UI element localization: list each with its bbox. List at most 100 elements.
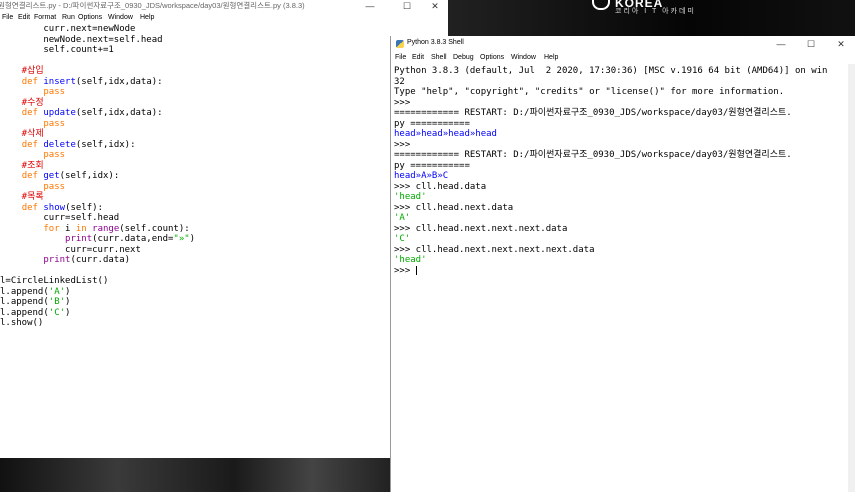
menu-file[interactable]: File (395, 54, 406, 61)
editor-title: 원형연결리스트.py - D:/파이썬자료구조_0930_JDS/workspa… (0, 1, 305, 10)
code-token: curr.next=newNode (0, 24, 136, 34)
editor-titlebar[interactable]: 원형연결리스트.py - D:/파이썬자료구조_0930_JDS/workspa… (0, 0, 448, 12)
menu-debug[interactable]: Debug (453, 54, 474, 61)
code-token: #삭제 (0, 129, 44, 139)
shell-line: head»head»head»head (394, 129, 849, 140)
code-token: self.count+=1 (0, 45, 114, 55)
code-token: "»" (173, 234, 190, 244)
shell-titlebar[interactable]: Python 3.8.3 Shell — ☐ ✕ (391, 36, 855, 52)
code-token: l.show() (0, 318, 44, 328)
shell-line: >>> cll.head.next.next.next.data (394, 224, 849, 235)
code-line: def update(self,idx,data): (0, 108, 390, 119)
code-token: def (21, 108, 38, 118)
menu-help[interactable]: Help (140, 14, 154, 21)
code-token: head»A»B»C (394, 171, 449, 181)
shell-title: Python 3.8.3 Shell (407, 39, 464, 46)
code-token: >>> cll.head.next.next.next.next.data (394, 244, 595, 255)
code-token: in (75, 223, 87, 234)
code-token: Python 3.8.3 (default, Jul 2 2020, 17:30… (394, 66, 828, 76)
shell-line: >>> cll.head.data (394, 182, 849, 193)
code-line: print(curr.data) (0, 255, 390, 266)
code-token: insert (43, 76, 76, 87)
maximize-button[interactable]: ☐ (392, 0, 422, 12)
code-token: get (43, 171, 60, 181)
shell-line: 'head' (394, 255, 849, 266)
code-token: 'head' (394, 255, 427, 265)
code-token: 'C' (48, 307, 66, 318)
code-token: >>> cll.head.next.data (394, 202, 514, 213)
code-token: 'A' (48, 286, 66, 297)
menu-options[interactable]: Options (78, 14, 102, 21)
code-token: l.append( (0, 297, 49, 307)
menu-format[interactable]: Format (34, 14, 56, 21)
shell-line: Type "help", "copyright", "credits" or "… (394, 87, 849, 98)
code-line: #조회 (0, 161, 390, 172)
code-token: 'head' (394, 192, 427, 202)
code-token: pass (43, 150, 66, 160)
text-cursor (415, 265, 417, 275)
shell-scrollbar[interactable] (848, 64, 855, 492)
shell-window[interactable]: Python 3.8.3 Shell — ☐ ✕ File Edit Shell… (390, 36, 855, 492)
menu-options[interactable]: Options (480, 54, 504, 61)
code-line: #삭제 (0, 129, 390, 140)
code-line: pass (0, 150, 390, 161)
shell-line: 'C' (394, 234, 849, 245)
code-token: (self,idx): (59, 171, 120, 181)
maximize-button[interactable]: ☐ (796, 38, 826, 50)
shell-line: >>> (394, 265, 849, 277)
code-line: def insert(self,idx,data): (0, 77, 390, 88)
code-token: (self,idx): (75, 139, 136, 150)
code-line: curr=self.head (0, 213, 390, 224)
menu-window[interactable]: Window (511, 54, 536, 61)
shell-line: py =========== (394, 161, 849, 172)
code-line: pass (0, 182, 390, 193)
code-line: self.count+=1 (0, 45, 390, 56)
menu-window[interactable]: Window (108, 14, 133, 21)
editor-window[interactable]: 원형연결리스트.py - D:/파이썬자료구조_0930_JDS/workspa… (0, 0, 448, 458)
code-editor[interactable]: curr.next=newNode newNode.next=self.head… (0, 24, 390, 329)
code-line: l.append('C') (0, 308, 390, 319)
code-line: pass (0, 119, 390, 130)
menu-edit[interactable]: Edit (18, 14, 30, 21)
close-button[interactable]: ✕ (826, 38, 855, 50)
menu-file[interactable]: File (2, 14, 13, 21)
code-token: pass (43, 118, 66, 129)
code-line: #수정 (0, 98, 390, 109)
code-token: 32 (394, 76, 405, 87)
code-token: curr=curr.next (0, 244, 141, 255)
code-token: #조회 (0, 160, 44, 171)
code-token: print (43, 255, 71, 265)
python-icon (396, 40, 404, 48)
menu-edit[interactable]: Edit (412, 54, 424, 61)
close-button[interactable]: ✕ (420, 0, 448, 12)
code-token: head»head»head»head (394, 129, 497, 139)
code-token: >>> (394, 265, 416, 276)
code-token: i (59, 223, 76, 234)
code-token: py =========== (394, 118, 470, 129)
code-token: update (43, 108, 76, 118)
minimize-button[interactable]: — (766, 38, 796, 50)
menu-help[interactable]: Help (544, 54, 558, 61)
code-token: #수정 (0, 97, 44, 108)
code-line: def delete(self,idx): (0, 140, 390, 151)
minimize-button[interactable]: — (355, 0, 385, 12)
code-token: pass (43, 87, 66, 97)
code-token: def (21, 171, 38, 181)
code-token: print (65, 234, 93, 244)
code-token: delete (43, 139, 76, 150)
menu-shell[interactable]: Shell (431, 54, 447, 61)
code-token: ) (65, 286, 71, 297)
shell-output[interactable]: Python 3.8.3 (default, Jul 2 2020, 17:30… (394, 66, 849, 276)
code-token: (self,idx,data): (75, 76, 163, 87)
menu-run[interactable]: Run (62, 14, 75, 21)
code-line: for i in range(self.count): (0, 224, 390, 235)
